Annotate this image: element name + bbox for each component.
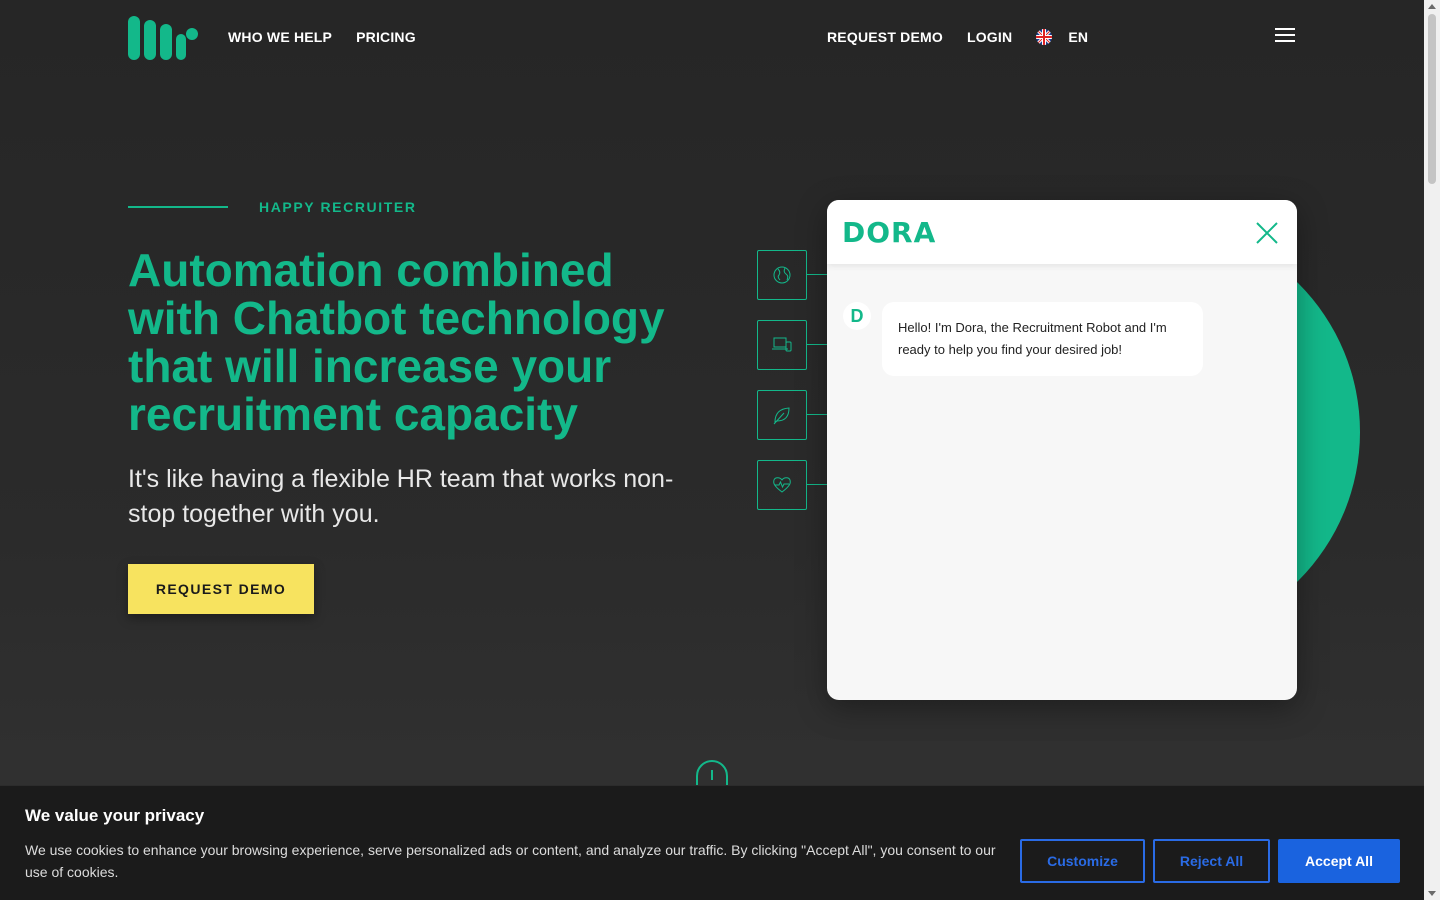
nav-pricing[interactable]: PRICING: [356, 29, 416, 45]
request-demo-button[interactable]: REQUEST DEMO: [128, 564, 314, 614]
eyebrow: HAPPY RECRUITER: [128, 199, 417, 215]
hamburger-menu-icon[interactable]: [1275, 28, 1295, 44]
connector-line: [807, 484, 827, 485]
reject-all-button[interactable]: Reject All: [1153, 839, 1270, 883]
page: WHO WE HELP PRICING REQUEST DEMO LOGIN E…: [0, 0, 1424, 900]
connector-line: [807, 344, 827, 345]
scroll-up-arrow-icon[interactable]: [1428, 4, 1436, 9]
scroll-down-arrow-icon[interactable]: [1428, 891, 1436, 896]
chat-widget: DORA D Hello! I'm Dora, the Recruitment …: [827, 200, 1297, 700]
language-label: EN: [1068, 29, 1089, 45]
secondary-nav: REQUEST DEMO LOGIN EN: [827, 29, 1088, 45]
cookie-text: We use cookies to enhance your browsing …: [25, 842, 996, 880]
cookie-title: We value your privacy: [25, 806, 205, 825]
logo[interactable]: [128, 16, 200, 60]
customize-button[interactable]: Customize: [1020, 839, 1145, 883]
nav-who-we-help[interactable]: WHO WE HELP: [228, 29, 332, 45]
eyebrow-line: [128, 206, 228, 208]
connector-line: [807, 414, 827, 415]
accept-all-button[interactable]: Accept All: [1278, 839, 1400, 883]
close-icon[interactable]: [1255, 221, 1279, 245]
chat-brand-logo: DORA: [842, 216, 937, 249]
hero-title: Automation combined with Chatbot technol…: [128, 244, 665, 440]
eyebrow-text: HAPPY RECRUITER: [259, 199, 417, 215]
scrollbar-thumb[interactable]: [1428, 14, 1436, 184]
nav-request-demo[interactable]: REQUEST DEMO: [827, 29, 943, 45]
primary-nav: WHO WE HELP PRICING: [228, 29, 416, 45]
chat-header: DORA: [827, 200, 1297, 264]
chat-message: Hello! I'm Dora, the Recruitment Robot a…: [882, 302, 1203, 376]
vertical-scrollbar[interactable]: [1424, 0, 1440, 900]
nav-login[interactable]: LOGIN: [967, 29, 1012, 45]
heart-pulse-icon: [757, 460, 807, 510]
connector-line: [807, 274, 827, 275]
globe-icon: [757, 250, 807, 300]
devices-icon: [757, 320, 807, 370]
uk-flag-icon: [1036, 29, 1053, 45]
bot-avatar: D: [843, 302, 871, 330]
cookie-banner: We value your privacy We use cookies to …: [0, 785, 1424, 900]
leaf-icon: [757, 390, 807, 440]
language-switcher[interactable]: EN: [1036, 29, 1088, 45]
hero-subtitle: It's like having a flexible HR team that…: [128, 465, 674, 528]
